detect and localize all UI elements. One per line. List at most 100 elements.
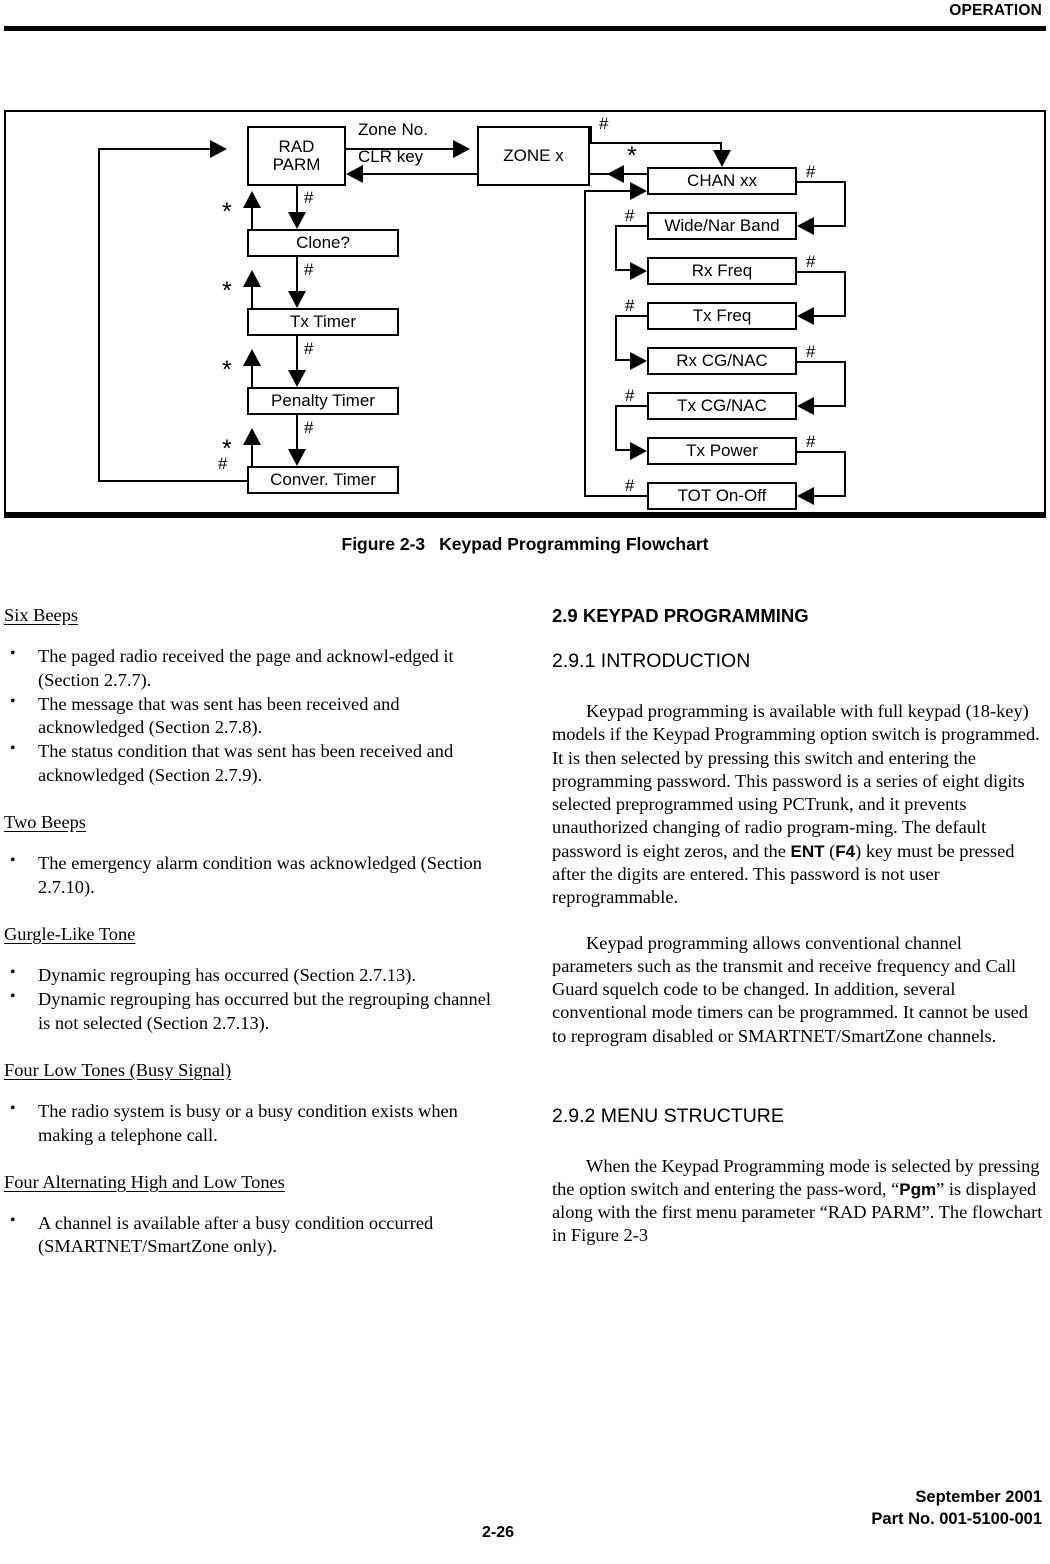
flow-box-chan-xx-label: CHAN xx <box>687 170 757 190</box>
section-heading-wrap-four-alternating-tones: Four Alternating High and Low Tones <box>4 1171 496 1210</box>
flow-box-conver-timer: Conver. Timer <box>247 466 399 494</box>
edge-label-star-penaltytimer-txtimer: * <box>222 356 232 384</box>
section-heading-gurgle-like-tone: Gurgle-Like Tone <box>4 923 136 944</box>
flow-box-tx-power: Tx Power <box>647 437 797 465</box>
connector-penaltytimer-to-convertimer <box>296 415 298 449</box>
heading-menu-structure: 2.9.2 MENU STRUCTURE <box>552 1104 784 1127</box>
flow-box-clone-label: Clone? <box>296 232 350 252</box>
section-heading-four-low-tones: Four Low Tones (Busy Signal) <box>4 1059 232 1080</box>
connector-zonex-to-radparm <box>363 173 477 175</box>
page-header: OPERATION <box>0 0 1050 40</box>
heading-introduction: 2.9.1 INTRODUCTION <box>552 650 751 673</box>
connector-clone-to-radparm <box>251 208 253 229</box>
flow-box-tx-freq: Tx Freq <box>647 302 797 330</box>
footer-right-block: September 2001 Part No. 001-5100-001 <box>871 1486 1042 1531</box>
arrowhead-penaltytimer-to-convertimer <box>288 449 306 466</box>
connector-txpower-to-tot-v <box>844 451 846 496</box>
left-text-column: Six Beeps The paged radio received the p… <box>4 604 496 1260</box>
list-item: The emergency alarm condition was acknow… <box>4 851 496 899</box>
section-heading-wrap-gurgle-like-tone: Gurgle-Like Tone <box>4 923 496 962</box>
flow-box-zone-x: ZONE x <box>477 126 590 186</box>
flow-box-penalty-timer: Penalty Timer <box>247 387 399 415</box>
edge-label-hash-clone-txtimer: # <box>304 260 314 279</box>
connector-rxfreq-to-txfreq-v <box>844 271 846 316</box>
list-item: The status condition that was sent has b… <box>4 739 496 787</box>
edge-label-hash-radparm-clone: # <box>304 188 314 207</box>
edge-label-hash-txtimer-penaltytimer: # <box>304 339 314 358</box>
heading-keypad-programming: 2.9 KEYPAD PROGRAMMING <box>552 605 809 626</box>
edge-label-star-chanxx-zonex: * <box>627 142 637 170</box>
bullet-list-four-alternating-tones: A channel is available after a busy cond… <box>4 1211 496 1259</box>
connector-convertimer-wrap-v <box>98 148 100 482</box>
connector-txpower-to-tot-h2 <box>814 495 846 497</box>
connector-clone-to-txtimer <box>296 257 298 291</box>
flow-box-tx-cg-nac-label: Tx CG/NAC <box>677 395 767 415</box>
connector-chanxx-to-widenar-v <box>844 181 846 226</box>
key-label-f4: F4 <box>835 841 856 861</box>
edge-label-clr-key: CLR key <box>358 147 424 166</box>
flow-box-rad-parm-line2: PARM <box>272 155 321 174</box>
connector-chanxx-to-widenar-h1 <box>797 181 846 183</box>
arrowhead-penaltytimer-to-txtimer <box>243 349 261 366</box>
connector-widenar-to-rxfreq-v <box>615 225 617 270</box>
edge-label-star-txtimer-clone: * <box>222 277 232 305</box>
bullet-list-two-beeps: The emergency alarm condition was acknow… <box>4 851 496 899</box>
arrowhead-txfreq-to-rxcgnac <box>630 352 647 370</box>
footer-part-number: Part No. 001-5100-001 <box>871 1510 1042 1529</box>
figure-bottom-rule <box>4 512 1046 517</box>
section-heading-wrap-two-beeps: Two Beeps <box>4 811 496 850</box>
edge-label-hash-rxfreq-txfreq: # <box>806 252 816 271</box>
page-header-title: OPERATION <box>949 2 1042 19</box>
figure-caption: Figure 2-3 Keypad Programming Flowchart <box>0 534 1050 555</box>
connector-tot-to-chanxx-h2 <box>584 190 632 192</box>
connector-tot-to-chanxx-h1 <box>584 495 649 497</box>
arrowhead-rxcgnac-to-txcgnac <box>797 397 814 415</box>
paragraph-introduction-paren-open: ( <box>824 840 836 861</box>
footer-page-number: 2-26 <box>482 1524 515 1541</box>
section-heading-two-beeps: Two Beeps <box>4 811 86 832</box>
figure-keypad-programming-flowchart: RAD PARM Clone? Tx Timer Penalty Timer C… <box>4 110 1046 518</box>
arrowhead-txcgnac-to-txpower <box>630 442 647 460</box>
arrowhead-convertimer-to-penaltytimer <box>243 428 261 445</box>
connector-convertimer-wrap-top <box>98 148 210 150</box>
section-heading-wrap-six-beeps: Six Beeps <box>4 604 496 643</box>
flow-box-tx-timer-label: Tx Timer <box>289 311 357 331</box>
arrowhead-txpower-to-tot <box>797 487 814 505</box>
arrowhead-chanxx-to-zonex <box>607 165 624 183</box>
list-item: A channel is available after a busy cond… <box>4 1211 496 1259</box>
flow-box-rx-cg-nac-label: Rx CG/NAC <box>676 350 768 370</box>
flow-box-tx-freq-label: Tx Freq <box>692 305 752 325</box>
arrowhead-tot-to-chanxx <box>630 182 647 200</box>
edge-label-hash-rxcgnac-txcgnac: # <box>806 342 816 361</box>
section-heading-wrap-four-low-tones: Four Low Tones (Busy Signal) <box>4 1059 496 1098</box>
connector-txpower-to-tot-h1 <box>797 451 846 453</box>
flow-box-penalty-timer-label: Penalty Timer <box>271 390 375 410</box>
connector-txcgnac-to-txpower-v <box>615 405 617 450</box>
connector-rxfreq-to-txfreq-h2 <box>814 315 846 317</box>
list-item: The radio system is busy or a busy condi… <box>4 1099 496 1147</box>
flow-box-rx-cg-nac: Rx CG/NAC <box>647 347 797 375</box>
connector-chanxx-to-zonex <box>624 173 649 175</box>
flow-box-tot-on-off: TOT On-Off <box>647 482 797 510</box>
section-heading-six-beeps: Six Beeps <box>4 605 79 625</box>
connector-convertimer-to-penaltytimer <box>251 445 253 466</box>
flow-box-rad-parm: RAD PARM <box>247 126 346 186</box>
flow-box-tot-on-off-label: TOT On-Off <box>677 485 767 505</box>
arrowhead-clone-to-txtimer <box>288 291 306 308</box>
flow-box-tx-cg-nac: Tx CG/NAC <box>647 392 797 420</box>
list-item: Dynamic regrouping has occurred but the … <box>4 987 496 1035</box>
bullet-list-six-beeps: The paged radio received the page and ac… <box>4 644 496 787</box>
edge-label-zone-no: Zone No. <box>358 120 428 139</box>
connector-txtimer-to-penaltytimer <box>296 336 298 370</box>
arrowhead-radparm-to-clone <box>288 212 306 229</box>
bullet-list-gurgle-like-tone: Dynamic regrouping has occurred (Section… <box>4 963 496 1035</box>
connector-txfreq-to-rxcgnac-v <box>615 315 617 360</box>
arrowhead-convertimer-to-radparm <box>210 140 227 158</box>
flow-box-rx-freq: Rx Freq <box>647 257 797 285</box>
connector-rxfreq-to-txfreq-h1 <box>797 271 846 273</box>
flow-box-conver-timer-label: Conver. Timer <box>270 469 376 489</box>
flow-box-wide-nar-band-label: Wide/Nar Band <box>664 215 780 235</box>
connector-rxcgnac-to-txcgnac-v <box>844 361 846 406</box>
flow-box-clone: Clone? <box>247 229 399 257</box>
figure-caption-number: Figure 2-3 <box>341 534 426 554</box>
